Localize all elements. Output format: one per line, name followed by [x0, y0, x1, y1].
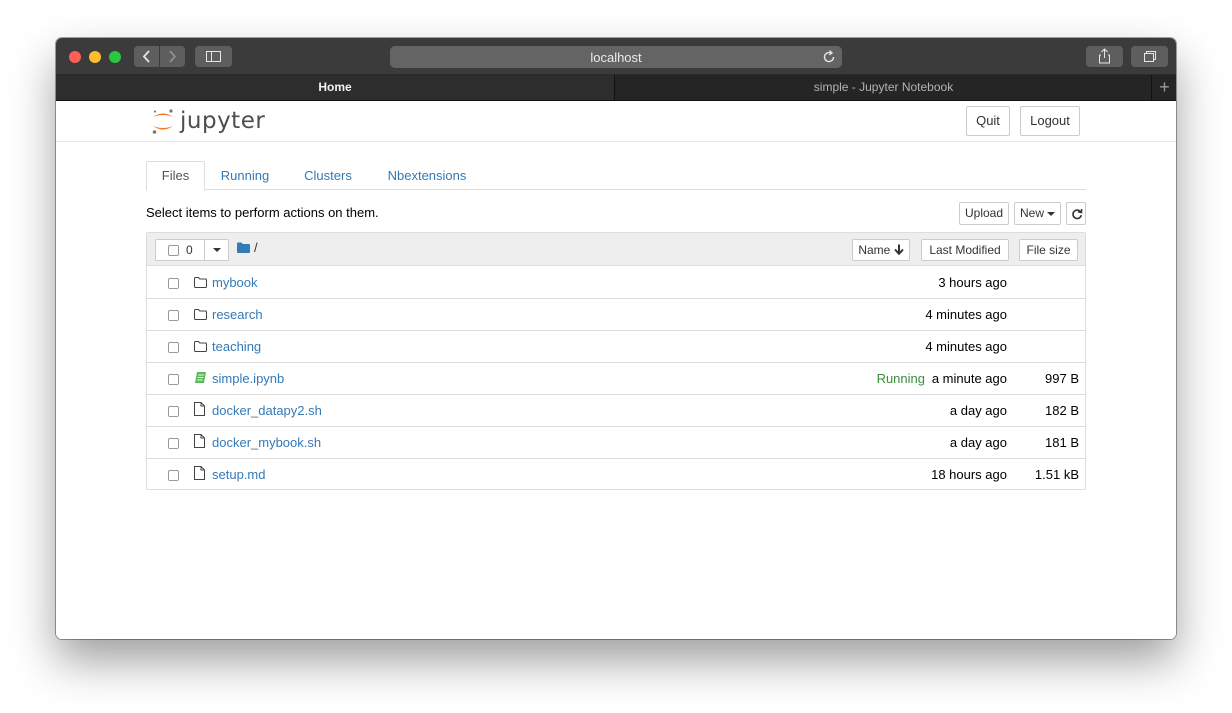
file-list-row[interactable]: docker_datapy2.sh a day ago 182 B [147, 395, 1085, 427]
notebook-tabs: Files Running Clusters Nbextensions [146, 161, 1086, 191]
minimize-window-button[interactable] [89, 51, 101, 63]
row-checkbox[interactable] [168, 310, 179, 321]
sidebar-icon [206, 51, 221, 62]
row-checkbox[interactable] [168, 278, 179, 289]
item-name-link[interactable]: research [212, 307, 263, 322]
file-size: 181 B [1045, 435, 1079, 450]
jupyter-logo-text: jupyter [180, 108, 266, 134]
row-checkbox[interactable] [168, 374, 179, 385]
caret-down-icon [1047, 211, 1056, 216]
last-modified: 18 hours ago [931, 467, 1007, 482]
sort-by-size-button[interactable]: File size [1019, 239, 1078, 261]
file-list-row[interactable]: research 4 minutes ago [147, 299, 1085, 331]
folder-icon[interactable] [237, 242, 250, 253]
url-text: localhost [590, 50, 642, 65]
row-checkbox[interactable] [168, 470, 179, 481]
browser-window: localhost Home simple - Jupyter Notebook… [56, 38, 1176, 639]
current-path[interactable]: / [254, 240, 258, 255]
last-modified: 3 hours ago [938, 275, 1007, 290]
jupyter-page: jupyter Quit Logout Files Running Cluste… [56, 101, 1176, 639]
share-button[interactable] [1086, 46, 1123, 67]
tab-nbextensions[interactable]: Nbextensions [382, 161, 472, 191]
selected-count: 0 [186, 243, 193, 257]
caret-down-icon [213, 248, 221, 252]
show-tabs-button[interactable] [1131, 46, 1168, 67]
file-list-row[interactable]: simple.ipynb Running a minute ago 997 B [147, 363, 1085, 395]
share-icon [1099, 48, 1110, 64]
browser-tab-simple[interactable]: simple - Jupyter Notebook [616, 75, 1152, 100]
new-button-label: New [1020, 206, 1045, 220]
file-icon [194, 402, 205, 416]
row-checkbox[interactable] [168, 438, 179, 449]
chevron-right-icon [169, 50, 177, 63]
item-name-link[interactable]: mybook [212, 275, 258, 290]
new-tab-button[interactable]: + [1153, 75, 1176, 100]
browser-toolbar: localhost [56, 38, 1176, 75]
file-list-row[interactable]: setup.md 18 hours ago 1.51 kB [147, 459, 1085, 491]
sort-by-modified-button[interactable]: Last Modified [921, 239, 1009, 261]
file-list-row[interactable]: teaching 4 minutes ago [147, 331, 1085, 363]
last-modified: a minute ago [931, 371, 1007, 386]
row-checkbox[interactable] [168, 406, 179, 417]
row-checkbox[interactable] [168, 342, 179, 353]
tab-running[interactable]: Running [214, 161, 276, 191]
back-button[interactable] [134, 46, 159, 67]
instruction-text: Select items to perform actions on them. [146, 205, 379, 220]
refresh-icon [1072, 208, 1083, 220]
running-status: Running [876, 371, 925, 386]
new-dropdown-button[interactable]: New [1014, 202, 1061, 225]
address-bar[interactable]: localhost [390, 46, 842, 68]
sort-by-name-button[interactable]: Name [852, 239, 910, 261]
file-size: 997 B [1045, 371, 1079, 386]
file-list-row[interactable]: mybook 3 hours ago [147, 267, 1085, 299]
nav-button-group [134, 46, 185, 67]
sidebar-toggle-button[interactable] [195, 46, 232, 67]
folder-icon [194, 309, 207, 320]
item-name-link[interactable]: setup.md [212, 467, 265, 482]
last-modified: 4 minutes ago [925, 307, 1007, 322]
select-all-checkbox[interactable] [168, 245, 179, 256]
folder-icon [194, 277, 207, 288]
folder-icon [194, 341, 207, 352]
browser-tab-bar: Home simple - Jupyter Notebook + [56, 75, 1176, 101]
browser-tab-home[interactable]: Home [56, 75, 615, 100]
file-list: 0 / Name Last Modified File size mybook 3… [146, 232, 1086, 490]
tab-clusters[interactable]: Clusters [298, 161, 358, 191]
file-list-row[interactable]: docker_mybook.sh a day ago 181 B [147, 427, 1085, 459]
refresh-button[interactable] [1066, 202, 1086, 225]
select-all-group: 0 [155, 239, 229, 261]
item-name-link[interactable]: docker_datapy2.sh [212, 403, 322, 418]
file-size: 182 B [1045, 403, 1079, 418]
file-list-header: 0 / Name Last Modified File size [147, 233, 1085, 266]
zoom-window-button[interactable] [109, 51, 121, 63]
forward-button[interactable] [160, 46, 185, 67]
jupyter-header: jupyter Quit Logout [56, 101, 1176, 142]
logout-button[interactable]: Logout [1020, 106, 1080, 136]
upload-button[interactable]: Upload [959, 202, 1009, 225]
notebook-icon [195, 372, 206, 383]
last-modified: a day ago [949, 403, 1007, 418]
arrow-down-icon [893, 244, 904, 256]
item-name-link[interactable]: docker_mybook.sh [212, 435, 321, 450]
sort-name-label: Name [858, 243, 891, 257]
item-name-link[interactable]: teaching [212, 339, 261, 354]
selection-dropdown-button[interactable] [204, 240, 228, 260]
file-size: 1.51 kB [1034, 467, 1079, 482]
file-icon [194, 434, 205, 448]
file-icon [194, 466, 205, 480]
jupyter-logo-icon [152, 109, 173, 134]
close-window-button[interactable] [69, 51, 81, 63]
tab-files[interactable]: Files [146, 161, 205, 191]
last-modified: a day ago [949, 435, 1007, 450]
reload-icon[interactable] [821, 49, 837, 65]
item-name-link[interactable]: simple.ipynb [212, 371, 284, 386]
chevron-left-icon [142, 50, 150, 63]
tabs-overview-icon [1144, 51, 1156, 62]
jupyter-logo[interactable]: jupyter [151, 106, 265, 136]
last-modified: 4 minutes ago [925, 339, 1007, 354]
quit-button[interactable]: Quit [966, 106, 1010, 136]
